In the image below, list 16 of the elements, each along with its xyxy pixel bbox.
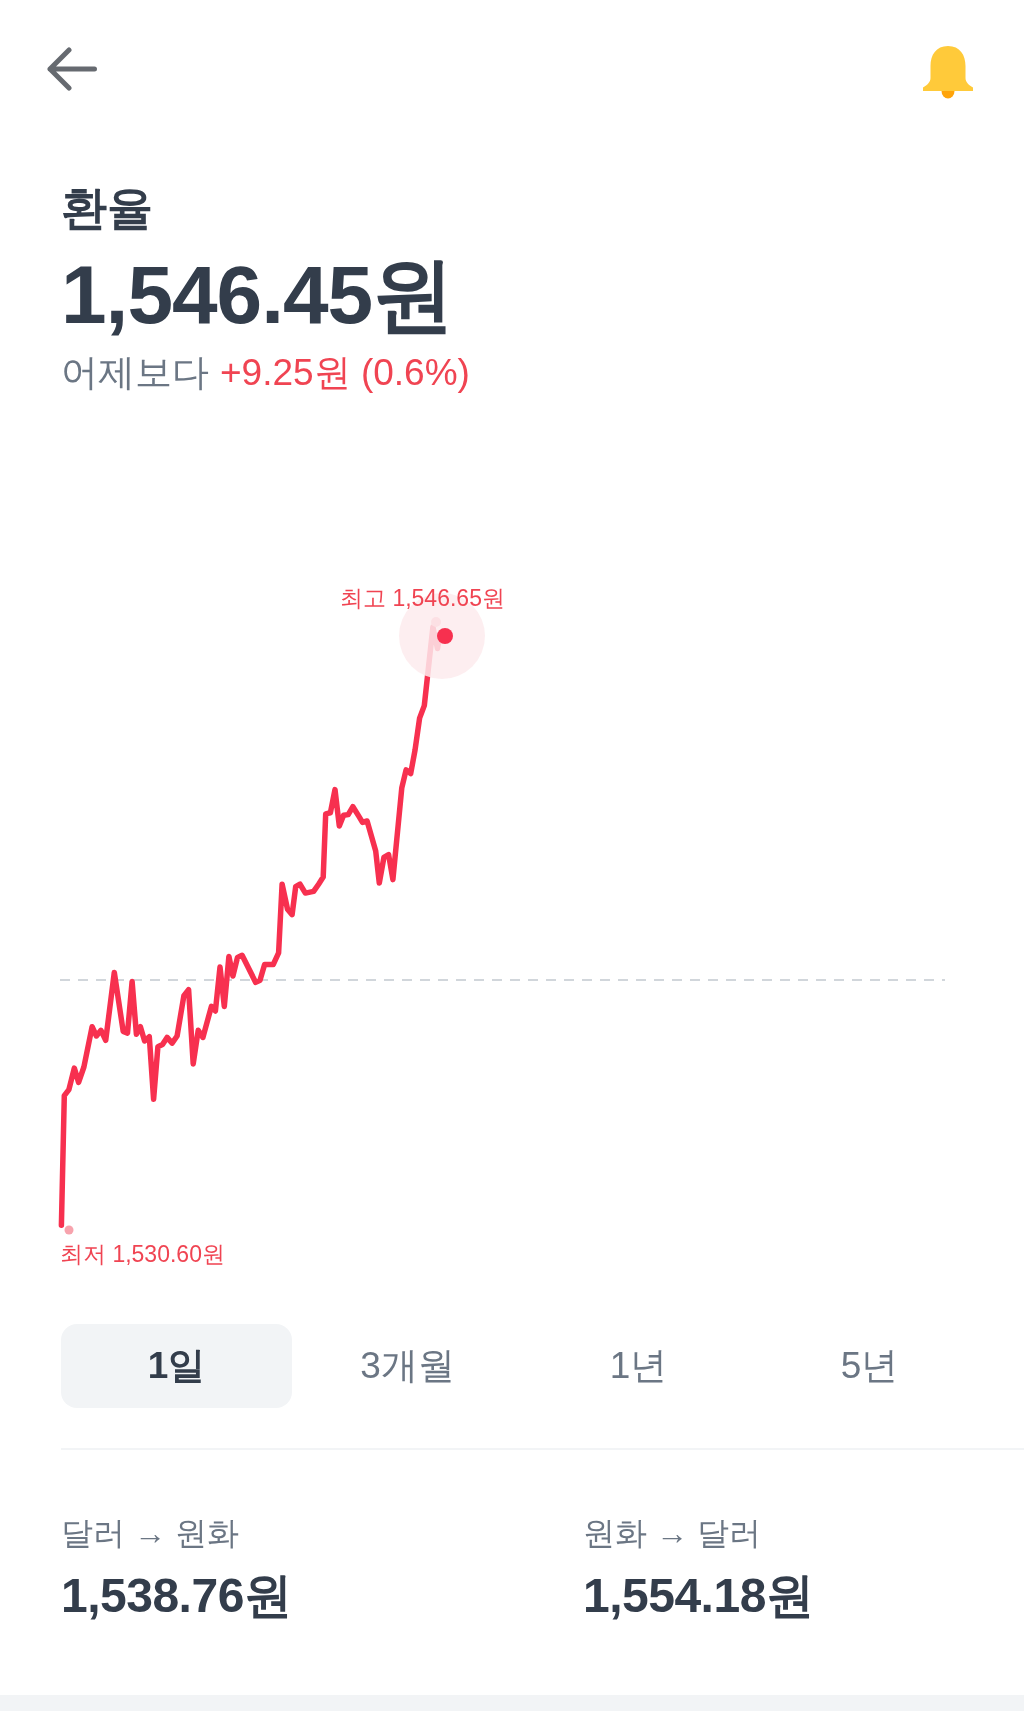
period-tab[interactable]: 3개월 [292, 1324, 523, 1408]
exchange-rate: 1,546.45원 [61, 250, 454, 340]
page-title: 환율 [61, 181, 153, 236]
period-tab[interactable]: 5년 [754, 1324, 985, 1408]
back-icon[interactable] [47, 47, 97, 91]
conversion-rate: 1,554.18원 [583, 1568, 814, 1624]
low-marker-icon [64, 1225, 74, 1235]
low-price-label: 최저 1,530.60원 [60, 1240, 225, 1268]
conversion-label: 원화 → 달러 [583, 1514, 761, 1553]
conversion-label: 달러 → 원화 [61, 1514, 239, 1553]
high-price-label: 최고 1,546.65원 [340, 584, 505, 612]
change-label: 어제보다 [61, 351, 209, 395]
period-tab[interactable]: 1일 [61, 1324, 292, 1408]
conversion-rate: 1,538.76원 [61, 1568, 292, 1624]
change-value: +9.25원 (0.6%) [220, 351, 470, 395]
period-tab[interactable]: 1년 [523, 1324, 754, 1408]
